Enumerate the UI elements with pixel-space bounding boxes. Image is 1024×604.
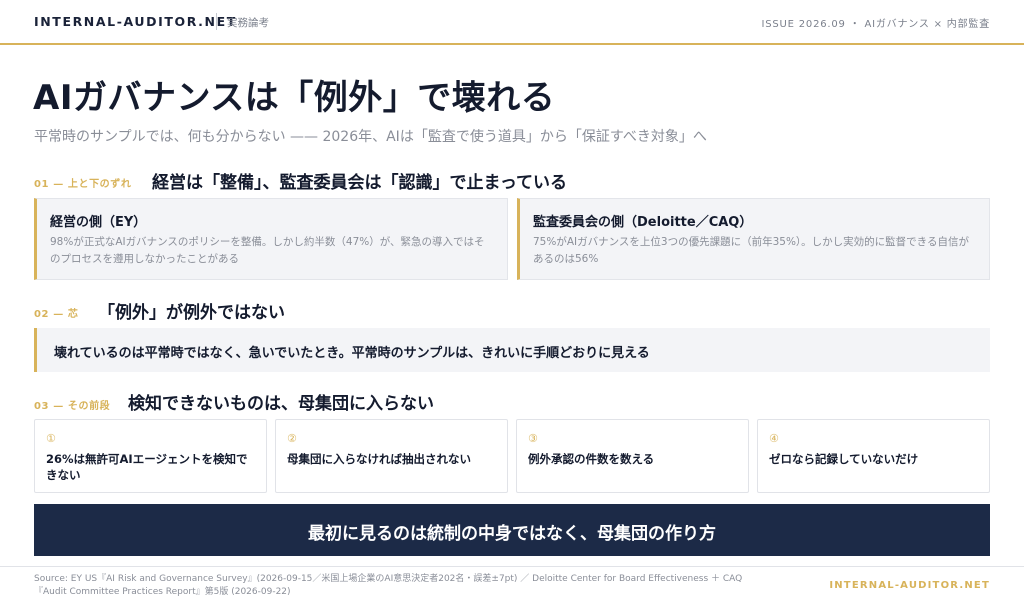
section-1-title: 経営は「整備」、監査委員会は「認識」で止まっている (152, 173, 567, 193)
step-text: 26%は無許可AIエージェントを検知できない (46, 452, 248, 482)
step-text: 例外承認の件数を数える (528, 452, 655, 466)
section-2-title: 「例外」が例外ではない (98, 303, 285, 323)
source-citation: Source: EY US『AI Risk and Governance Sur… (34, 574, 743, 597)
section-1-label: 01 — 上と下のずれ (34, 179, 132, 190)
site-logo[interactable]: INTERNAL-AUDITOR.NET (34, 14, 237, 29)
step-card: ② 母集団に入らなければ抽出されない (275, 419, 508, 493)
card-management-title: 経営の側（EY） (50, 215, 147, 230)
card-management: 経営の側（EY） 98%が正式なAIガバナンスのポリシーを整備。しかし約半数（4… (34, 198, 508, 280)
section-3-label: 03 — その前段 (34, 401, 111, 412)
issue-label: ISSUE 2026.09 ・ AIガバナンス × 内部監査 (761, 19, 990, 30)
step-number: ③ (528, 432, 538, 445)
card-management-body: 98%が正式なAIガバナンスのポリシーを整備。しかし約半数（47%）が、緊急の導… (50, 236, 485, 265)
step-text: 母集団に入らなければ抽出されない (287, 452, 471, 466)
section-2-label: 02 — 芯 (34, 309, 79, 320)
step-number: ④ (769, 432, 779, 445)
key-callout-text: 壊れているのは平常時ではなく、急いでいたとき。平常時のサンプルは、きれいに手順ど… (54, 346, 650, 361)
card-audit-committee: 監査委員会の側（Deloitte／CAQ） 75%がAIガバナンスを上位3つの優… (517, 198, 990, 280)
card-audit-committee-body: 75%がAIガバナンスを上位3つの優先課題に（前年35%）。しかし実効的に監督で… (533, 236, 969, 265)
step-card: ③ 例外承認の件数を数える (516, 419, 749, 493)
page-title: AIガバナンスは「例外」で壊れる (33, 78, 556, 118)
page-subtitle: 平常時のサンプルでは、何も分からない —— 2026年、AIは「監査で使う道具」… (34, 129, 707, 145)
card-audit-committee-title: 監査委員会の側（Deloitte／CAQ） (533, 215, 753, 230)
footer-divider (0, 566, 1024, 567)
step-number: ① (46, 432, 56, 445)
step-card: ① 26%は無許可AIエージェントを検知できない (34, 419, 267, 493)
conclusion-text: 最初に見るのは統制の中身ではなく、母集団の作り方 (308, 524, 716, 544)
step-number: ② (287, 432, 297, 445)
section-tag[interactable]: 実務論考 (227, 15, 269, 30)
header-divider (216, 13, 217, 30)
step-card: ④ ゼロなら記録していないだけ (757, 419, 990, 493)
section-3-title: 検知できないものは、母集団に入らない (128, 394, 434, 414)
step-text: ゼロなら記録していないだけ (769, 452, 919, 466)
conclusion-banner: 最初に見るのは統制の中身ではなく、母集団の作り方 (34, 504, 990, 556)
key-callout: 壊れているのは平常時ではなく、急いでいたとき。平常時のサンプルは、きれいに手順ど… (34, 328, 990, 372)
footer-logo[interactable]: INTERNAL-AUDITOR.NET (829, 580, 990, 591)
top-bar: INTERNAL-AUDITOR.NET 実務論考 ISSUE 2026.09 … (0, 0, 1024, 45)
